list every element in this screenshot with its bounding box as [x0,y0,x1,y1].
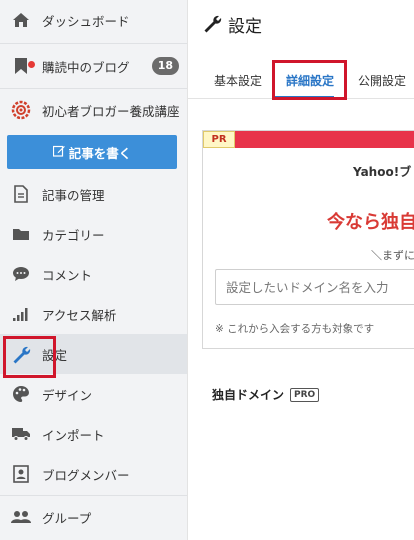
folder-icon [10,223,32,245]
sidebar-item-label: グループ [42,510,92,526]
signal-bars-icon [10,303,32,325]
sidebar-item-label: コメント [42,267,93,283]
pr-promo-text: 今なら独自 [327,212,414,233]
sidebar-item-label: 購読中のブログ [42,59,130,75]
highlight-box-settings [3,336,56,378]
sidebar-item-label: ブログメンバー [42,467,130,483]
divider [0,43,187,44]
id-card-icon [10,463,32,485]
bookmark-icon [10,55,35,77]
group-icon [10,506,32,528]
sidebar-item-dashboard[interactable]: ダッシュボード [0,0,187,40]
sidebar-item-label: インポート [42,427,105,443]
pr-label: PR [203,131,235,148]
sidebar-item-design[interactable]: デザイン [0,374,187,414]
count-badge: 18 [151,57,179,75]
pr-sub-text: ＼まずに [371,249,414,262]
sidebar-item-label: アクセス解析 [42,307,117,323]
pro-badge: PRO [290,387,320,402]
edit-icon [52,145,65,160]
truck-icon [10,423,32,445]
home-icon [10,9,32,31]
write-article-label: 記事を書く [68,145,132,161]
sidebar-item-label: 初心者ブロガー養成講座 [42,103,180,119]
sidebar-item-blog-name[interactable]: 初心者ブロガー養成講座 [0,90,187,130]
page-title: 設定 [228,17,262,37]
speech-bubble-icon [10,263,32,285]
sidebar-item-import[interactable]: インポート [0,414,187,454]
sidebar-item-article-management[interactable]: 記事の管理 [0,174,187,214]
pr-note: ※ これから入会する方も対象です [215,323,375,335]
sidebar: ダッシュボード 購読中のブログ 18 初心者ブロガー養成講座 記事を書く 記事の… [0,0,188,540]
sidebar-item-label: カテゴリー [42,227,105,243]
sidebar-item-label: デザイン [42,387,93,403]
tab-basic-settings[interactable]: 基本設定 [214,62,262,98]
highlight-box-detail-tab [272,60,347,100]
document-icon [10,183,32,205]
notification-dot [28,61,35,68]
divider [0,88,187,89]
sidebar-item-subscribed-blogs[interactable]: 購読中のブログ 18 [0,46,187,86]
sidebar-item-group[interactable]: グループ [0,497,187,537]
sidebar-item-comment[interactable]: コメント [0,254,187,294]
divider [0,495,187,496]
wrench-icon [202,13,222,37]
sidebar-item-label: 記事の管理 [42,187,105,203]
sidebar-item-access-analysis[interactable]: アクセス解析 [0,294,187,334]
pr-banner[interactable]: PR Yahoo!ブ 今なら独自 ＼まずに ※ これから入会する方も対象です [202,130,414,349]
pr-yahoo-text: Yahoo!ブ [353,165,412,179]
tab-publish-settings[interactable]: 公開設定 [358,62,406,98]
write-article-button[interactable]: 記事を書く [7,135,177,169]
sidebar-item-blog-members[interactable]: ブログメンバー [0,454,187,494]
sidebar-item-label: ダッシュボード [42,13,130,29]
custom-domain-section: 独自ドメイン PRO [212,386,320,403]
domain-search-input[interactable] [215,269,414,305]
spiral-gear-icon [10,99,32,121]
sidebar-item-category[interactable]: カテゴリー [0,214,187,254]
palette-icon [10,383,32,405]
custom-domain-label: 独自ドメイン [212,388,285,402]
page-header: 設定 [202,12,262,37]
